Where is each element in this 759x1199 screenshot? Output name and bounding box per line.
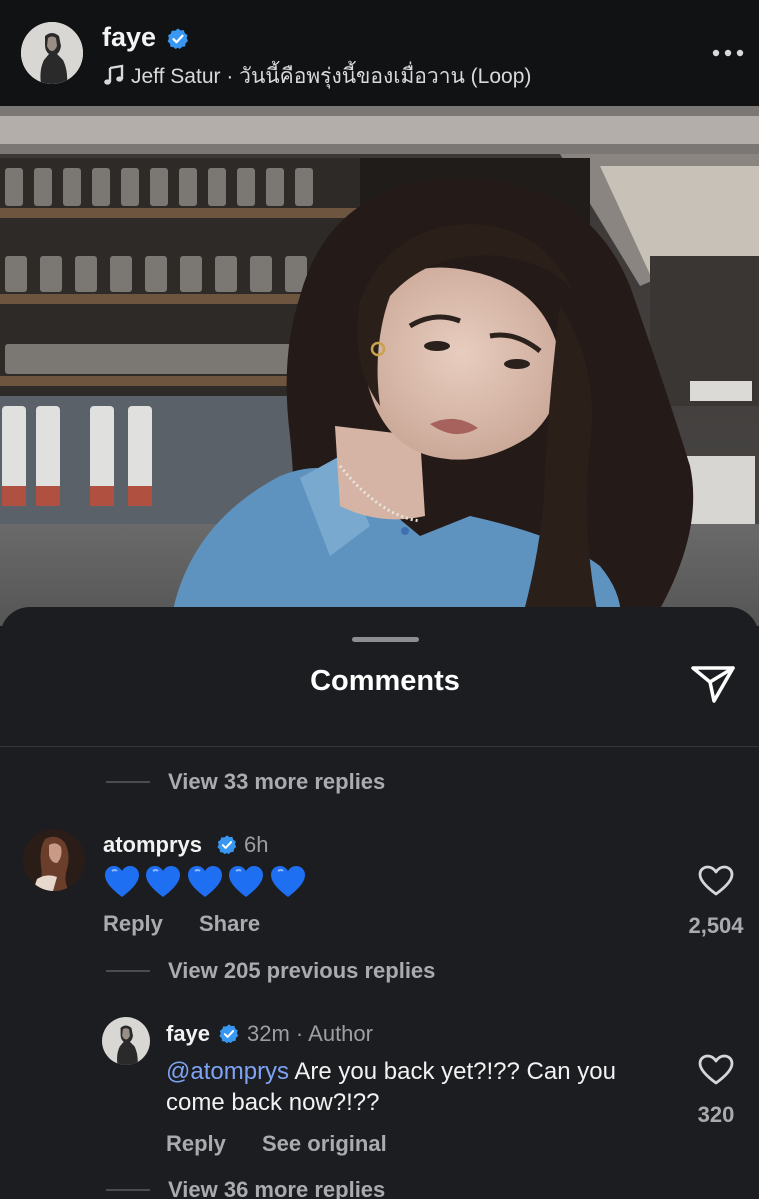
blue-heart-emoji (229, 866, 264, 897)
verified-badge-icon (216, 834, 238, 861)
reply-meta: 32m · Author (247, 1021, 373, 1047)
thread-line (106, 781, 150, 783)
blue-heart-emoji (146, 866, 181, 897)
thread-line (106, 1189, 150, 1191)
like-button[interactable] (698, 1054, 734, 1086)
blue-heart-emoji (105, 866, 139, 897)
verified-badge-icon (166, 27, 190, 56)
reply-avatar[interactable] (102, 1017, 150, 1065)
mention-link[interactable]: @atomprys (166, 1058, 289, 1085)
sheet-drag-handle[interactable] (352, 637, 419, 642)
commenter-avatar[interactable] (23, 829, 85, 891)
reply-username[interactable]: faye (166, 1021, 210, 1047)
comment-text (104, 865, 307, 901)
music-note-icon (103, 64, 125, 92)
reply-button[interactable]: Reply (166, 1131, 226, 1157)
reply-text: @atomprys Are you back yet?!?? Can you c… (166, 1056, 666, 1118)
see-original-button[interactable]: See original (262, 1131, 387, 1157)
view-more-replies-link[interactable]: View 36 more replies (168, 1177, 385, 1199)
blue-heart-emoji (187, 866, 222, 897)
comment-username[interactable]: atomprys (103, 832, 202, 858)
reply-button[interactable]: Reply (103, 911, 163, 937)
screen: faye Jeff Satur · วันนี้คือพรุ่งนี้ของเม… (0, 0, 759, 1199)
like-button[interactable] (698, 865, 734, 897)
view-more-replies-link[interactable]: View 33 more replies (168, 769, 385, 795)
music-label: Jeff Satur · วันนี้คือพรุ่งนี้ของเมื่อวา… (131, 65, 532, 88)
thread-line (106, 970, 150, 972)
more-options-button[interactable] (708, 38, 748, 68)
share-comment-button[interactable]: Share (199, 911, 260, 937)
view-previous-replies-link[interactable]: View 205 previous replies (168, 958, 435, 984)
verified-badge-icon (218, 1023, 240, 1050)
post-header: faye Jeff Satur · วันนี้คือพรุ่งนี้ของเม… (0, 0, 759, 106)
like-count: 2,504 (688, 913, 744, 938)
comments-sheet: Comments View 33 more replies atomprys 6… (0, 607, 759, 1199)
heart-outline-icon (698, 865, 734, 896)
comment-time: 6h (244, 832, 269, 857)
blue-heart-emoji (270, 866, 305, 897)
music-row[interactable]: Jeff Satur · วันนี้คือพรุ่งนี้ของเมื่อวา… (103, 60, 531, 93)
sheet-divider (0, 746, 759, 747)
more-horizontal-icon (712, 49, 744, 57)
share-button[interactable] (690, 663, 736, 705)
heart-outline-icon (698, 1054, 734, 1085)
author-avatar[interactable] (21, 22, 83, 84)
post-photo[interactable] (0, 106, 759, 626)
send-icon (691, 666, 735, 703)
reply-time: 32m (247, 1021, 290, 1046)
like-count: 320 (697, 1102, 735, 1127)
post-username[interactable]: faye (102, 22, 156, 53)
meta-separator: · (295, 1021, 304, 1046)
author-tag: Author (308, 1021, 373, 1046)
sheet-title: Comments (310, 665, 460, 697)
